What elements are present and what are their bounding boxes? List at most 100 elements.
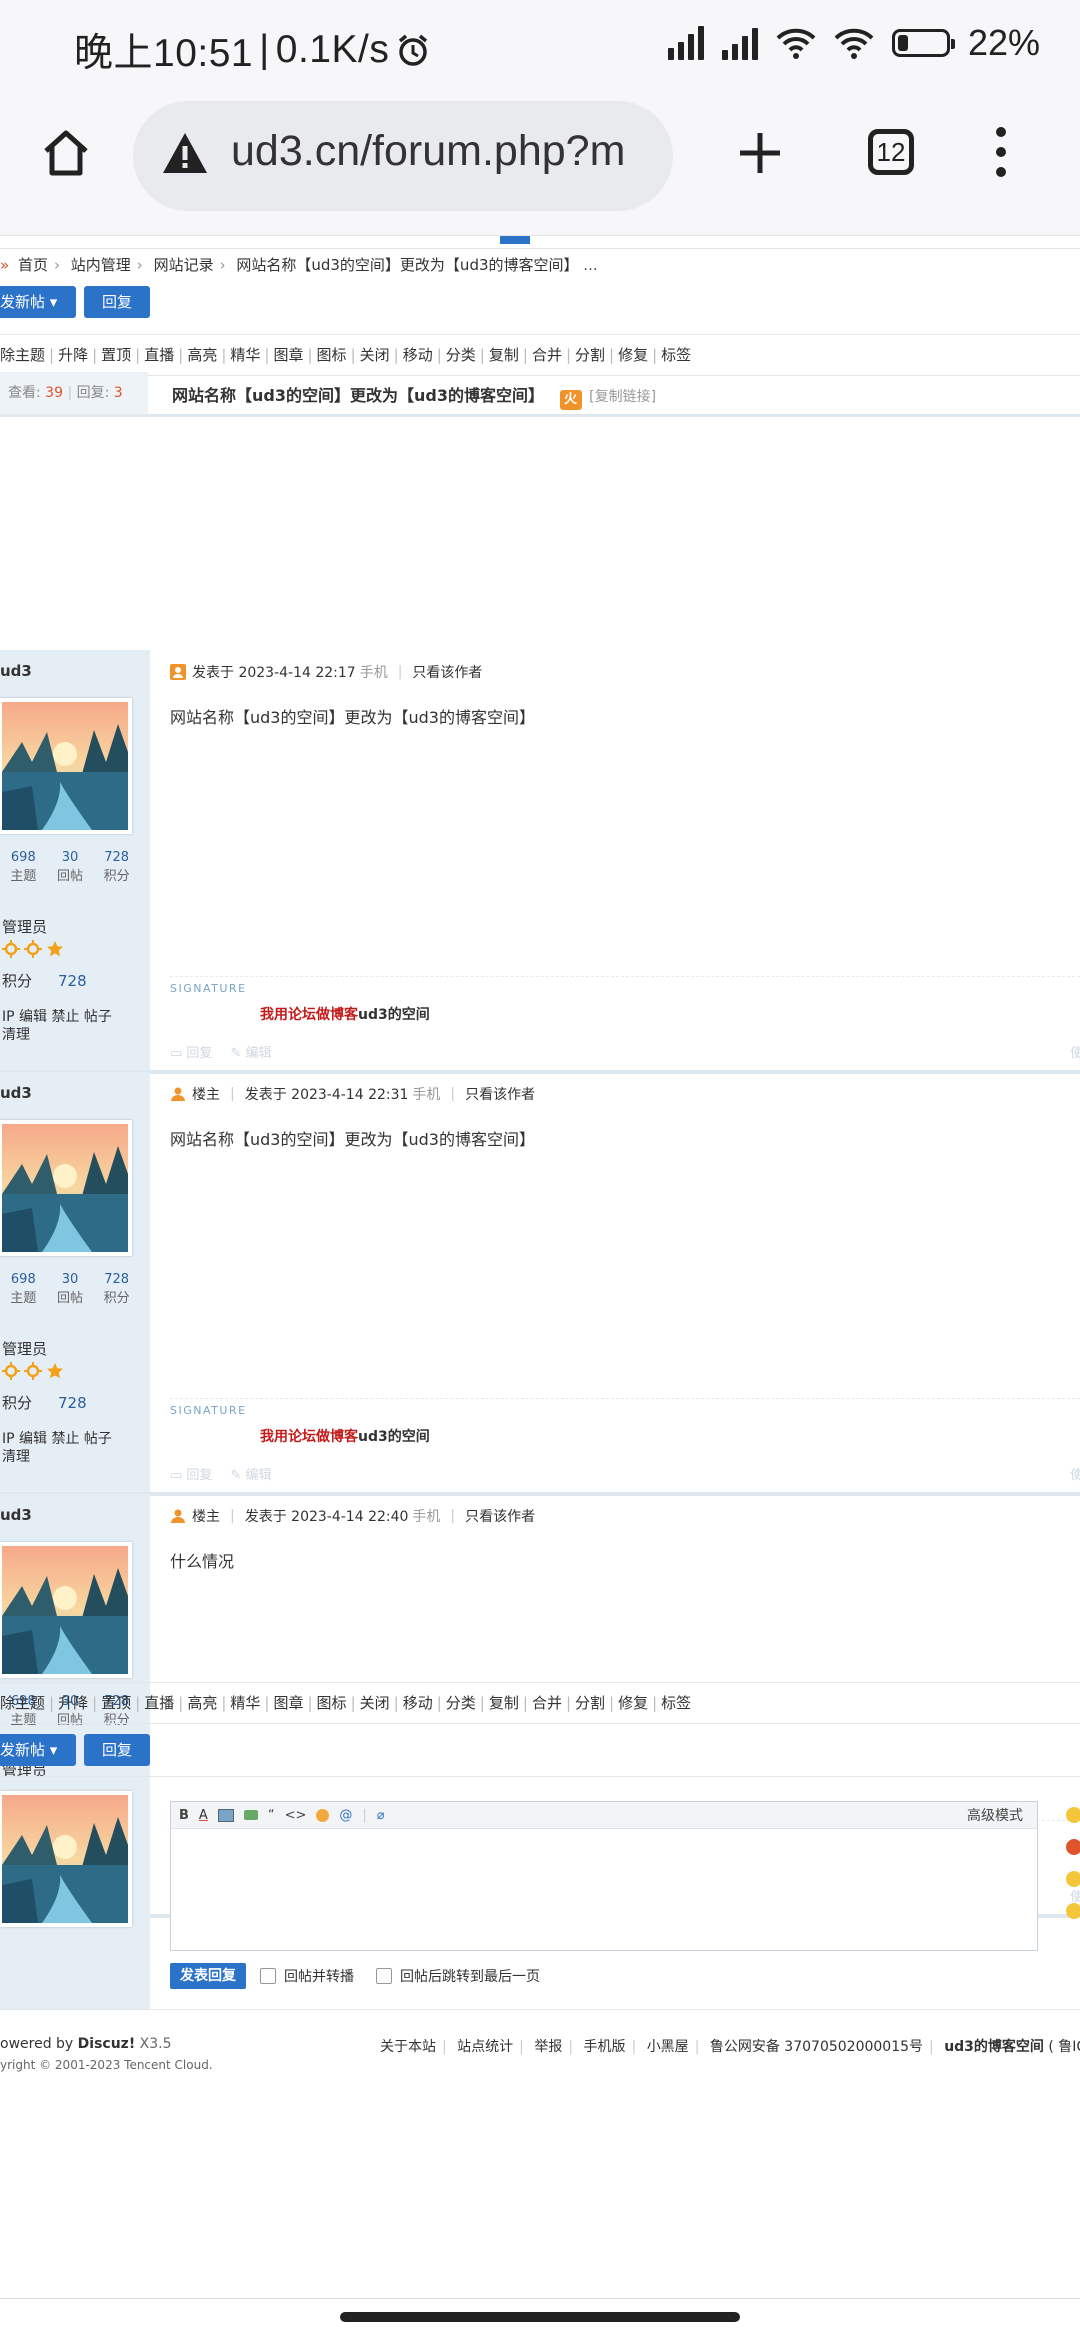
only-author-link[interactable]: 只看该作者 <box>465 1084 535 1104</box>
mod-action[interactable]: 关闭 <box>360 346 390 364</box>
footer-blacklist[interactable]: 小黑屋 <box>647 2039 689 2055</box>
avatar-image[interactable] <box>2 1795 128 1923</box>
footer-mobile[interactable]: 手机版 <box>584 2039 626 2055</box>
mod-action[interactable]: 高亮 <box>187 1694 217 1712</box>
grin-emoji-icon[interactable] <box>1066 1903 1080 1919</box>
quote-tool[interactable]: “ <box>268 1808 275 1823</box>
stat-credits[interactable]: 728 积分 <box>104 850 130 884</box>
author-name[interactable]: ud3 <box>0 662 32 680</box>
post-floor-number[interactable]: 使 <box>1070 1464 1080 1483</box>
at-tool[interactable]: @ <box>339 1808 352 1823</box>
footer-report[interactable]: 举报 <box>534 2039 562 2055</box>
warning-icon[interactable] <box>161 131 209 175</box>
edit-action[interactable]: ✎ 编辑 <box>230 1042 271 1061</box>
new-tab-icon[interactable] <box>736 129 784 177</box>
stat-topics[interactable]: 698 主题 <box>10 1272 36 1306</box>
jump-checkbox[interactable] <box>376 1968 392 1984</box>
breadcrumb-admin[interactable]: 站内管理 <box>71 256 131 274</box>
author-name[interactable]: ud3 <box>0 1506 32 1524</box>
mod-action[interactable]: 升降 <box>58 346 88 364</box>
mod-action[interactable]: 直播 <box>144 346 174 364</box>
mod-action[interactable]: 除主题 <box>0 1694 45 1712</box>
stat-posts[interactable]: 30 回帖 <box>57 850 83 884</box>
avatar-image[interactable] <box>2 1124 128 1252</box>
image-tool-icon[interactable] <box>217 1808 234 1822</box>
author-avatar[interactable] <box>0 1120 132 1256</box>
new-post-button[interactable]: 发新帖 ▾ <box>0 286 76 318</box>
mod-action[interactable]: 除主题 <box>0 346 45 364</box>
mod-action[interactable]: 高亮 <box>187 346 217 364</box>
emoji-tool-icon[interactable] <box>316 1808 330 1822</box>
avatar-image[interactable] <box>2 702 128 830</box>
tab-switcher-button[interactable]: 12 <box>868 129 914 175</box>
mod-action[interactable]: 移动 <box>403 1694 433 1712</box>
author-role[interactable]: 管理员 <box>2 916 47 937</box>
laugh-emoji-icon[interactable] <box>1066 1871 1080 1887</box>
mod-action[interactable]: 移动 <box>403 346 433 364</box>
new-post-button-bottom[interactable]: 发新帖 ▾ <box>0 1734 76 1766</box>
code-tool[interactable]: <> <box>285 1808 307 1823</box>
attach-tool-icon[interactable]: ⌀ <box>377 1808 385 1823</box>
angry-emoji-icon[interactable] <box>1066 1839 1080 1855</box>
mod-action[interactable]: 标签 <box>661 346 691 364</box>
mod-action[interactable]: 置顶 <box>101 346 131 364</box>
reply-button[interactable]: 回复 <box>84 286 150 318</box>
link-tool-icon[interactable] <box>243 1810 258 1820</box>
mod-action[interactable]: 精华 <box>230 346 260 364</box>
mod-action[interactable]: 分类 <box>446 1694 476 1712</box>
url-text[interactable]: ud3.cn/forum.php?m <box>231 127 625 176</box>
advanced-mode-link[interactable]: 高级模式 <box>967 1805 1023 1825</box>
mod-action[interactable]: 修复 <box>618 346 648 364</box>
only-author-link[interactable]: 只看该作者 <box>412 662 482 682</box>
author-name[interactable]: ud3 <box>0 1084 32 1102</box>
admin-tools[interactable]: IP 编辑 禁止 帖子清理 <box>2 1008 112 1044</box>
signature-text[interactable]: 我用论坛做博客ud3的空间 <box>260 1004 430 1024</box>
post-floor-number[interactable]: 使 <box>1070 1042 1080 1061</box>
author-avatar[interactable] <box>0 1542 132 1678</box>
stat-posts[interactable]: 30 回帖 <box>57 1272 83 1306</box>
mod-action[interactable]: 修复 <box>618 1694 648 1712</box>
footer-site-name[interactable]: ud3的博客空间 <box>944 2039 1044 2055</box>
mod-action[interactable]: 合并 <box>532 1694 562 1712</box>
admin-tools[interactable]: IP 编辑 禁止 帖子清理 <box>2 1430 112 1466</box>
submit-reply-button[interactable]: 发表回复 <box>170 1963 246 1989</box>
mod-action[interactable]: 图章 <box>273 346 303 364</box>
mod-action[interactable]: 分类 <box>446 346 476 364</box>
breadcrumb-forum[interactable]: 网站记录 <box>154 256 214 274</box>
mod-action[interactable]: 标签 <box>661 1694 691 1712</box>
smile-emoji-icon[interactable] <box>1066 1807 1080 1823</box>
footer-about[interactable]: 关于本站 <box>380 2039 436 2055</box>
mod-action[interactable]: 复制 <box>489 1694 519 1712</box>
mod-action[interactable]: 复制 <box>489 346 519 364</box>
mod-action[interactable]: 图标 <box>317 1694 347 1712</box>
home-indicator[interactable] <box>340 2312 740 2322</box>
mod-action[interactable]: 分割 <box>575 346 605 364</box>
overflow-menu-icon[interactable] <box>996 127 1008 179</box>
mod-action[interactable]: 图章 <box>273 1694 303 1712</box>
mod-action[interactable]: 分割 <box>575 1694 605 1712</box>
repost-checkbox[interactable] <box>260 1968 276 1984</box>
home-icon[interactable] <box>40 127 92 179</box>
reply-button-bottom[interactable]: 回复 <box>84 1734 150 1766</box>
avatar-image[interactable] <box>2 1546 128 1674</box>
breadcrumb-home[interactable]: 首页 <box>18 256 48 274</box>
footer-stats[interactable]: 站点统计 <box>457 2039 513 2055</box>
reply-editor[interactable]: B A “ <> @ | ⌀ 高级模式 <box>170 1801 1038 1951</box>
address-bar[interactable]: ud3.cn/forum.php?m <box>133 101 673 211</box>
mod-action[interactable]: 精华 <box>230 1694 260 1712</box>
mod-action[interactable]: 合并 <box>532 346 562 364</box>
author-role[interactable]: 管理员 <box>2 1338 47 1359</box>
footer-police-record[interactable]: 鲁公网安备 37070502000015号 <box>710 2039 923 2055</box>
bold-tool[interactable]: B <box>179 1808 189 1823</box>
stat-topics[interactable]: 698 主题 <box>10 850 36 884</box>
footer-icp[interactable]: ( 鲁ICP备1 <box>1048 2039 1080 2055</box>
mod-action[interactable]: 置顶 <box>101 1694 131 1712</box>
reply-action[interactable]: ▭ 回复 <box>170 1042 212 1061</box>
font-color-tool[interactable]: A <box>199 1808 208 1823</box>
stat-credits[interactable]: 728 积分 <box>104 1272 130 1306</box>
mod-action[interactable]: 关闭 <box>360 1694 390 1712</box>
mod-action[interactable]: 图标 <box>317 346 347 364</box>
author-avatar[interactable] <box>0 698 132 834</box>
only-author-link[interactable]: 只看该作者 <box>465 1506 535 1526</box>
signature-text[interactable]: 我用论坛做博客ud3的空间 <box>260 1426 430 1446</box>
